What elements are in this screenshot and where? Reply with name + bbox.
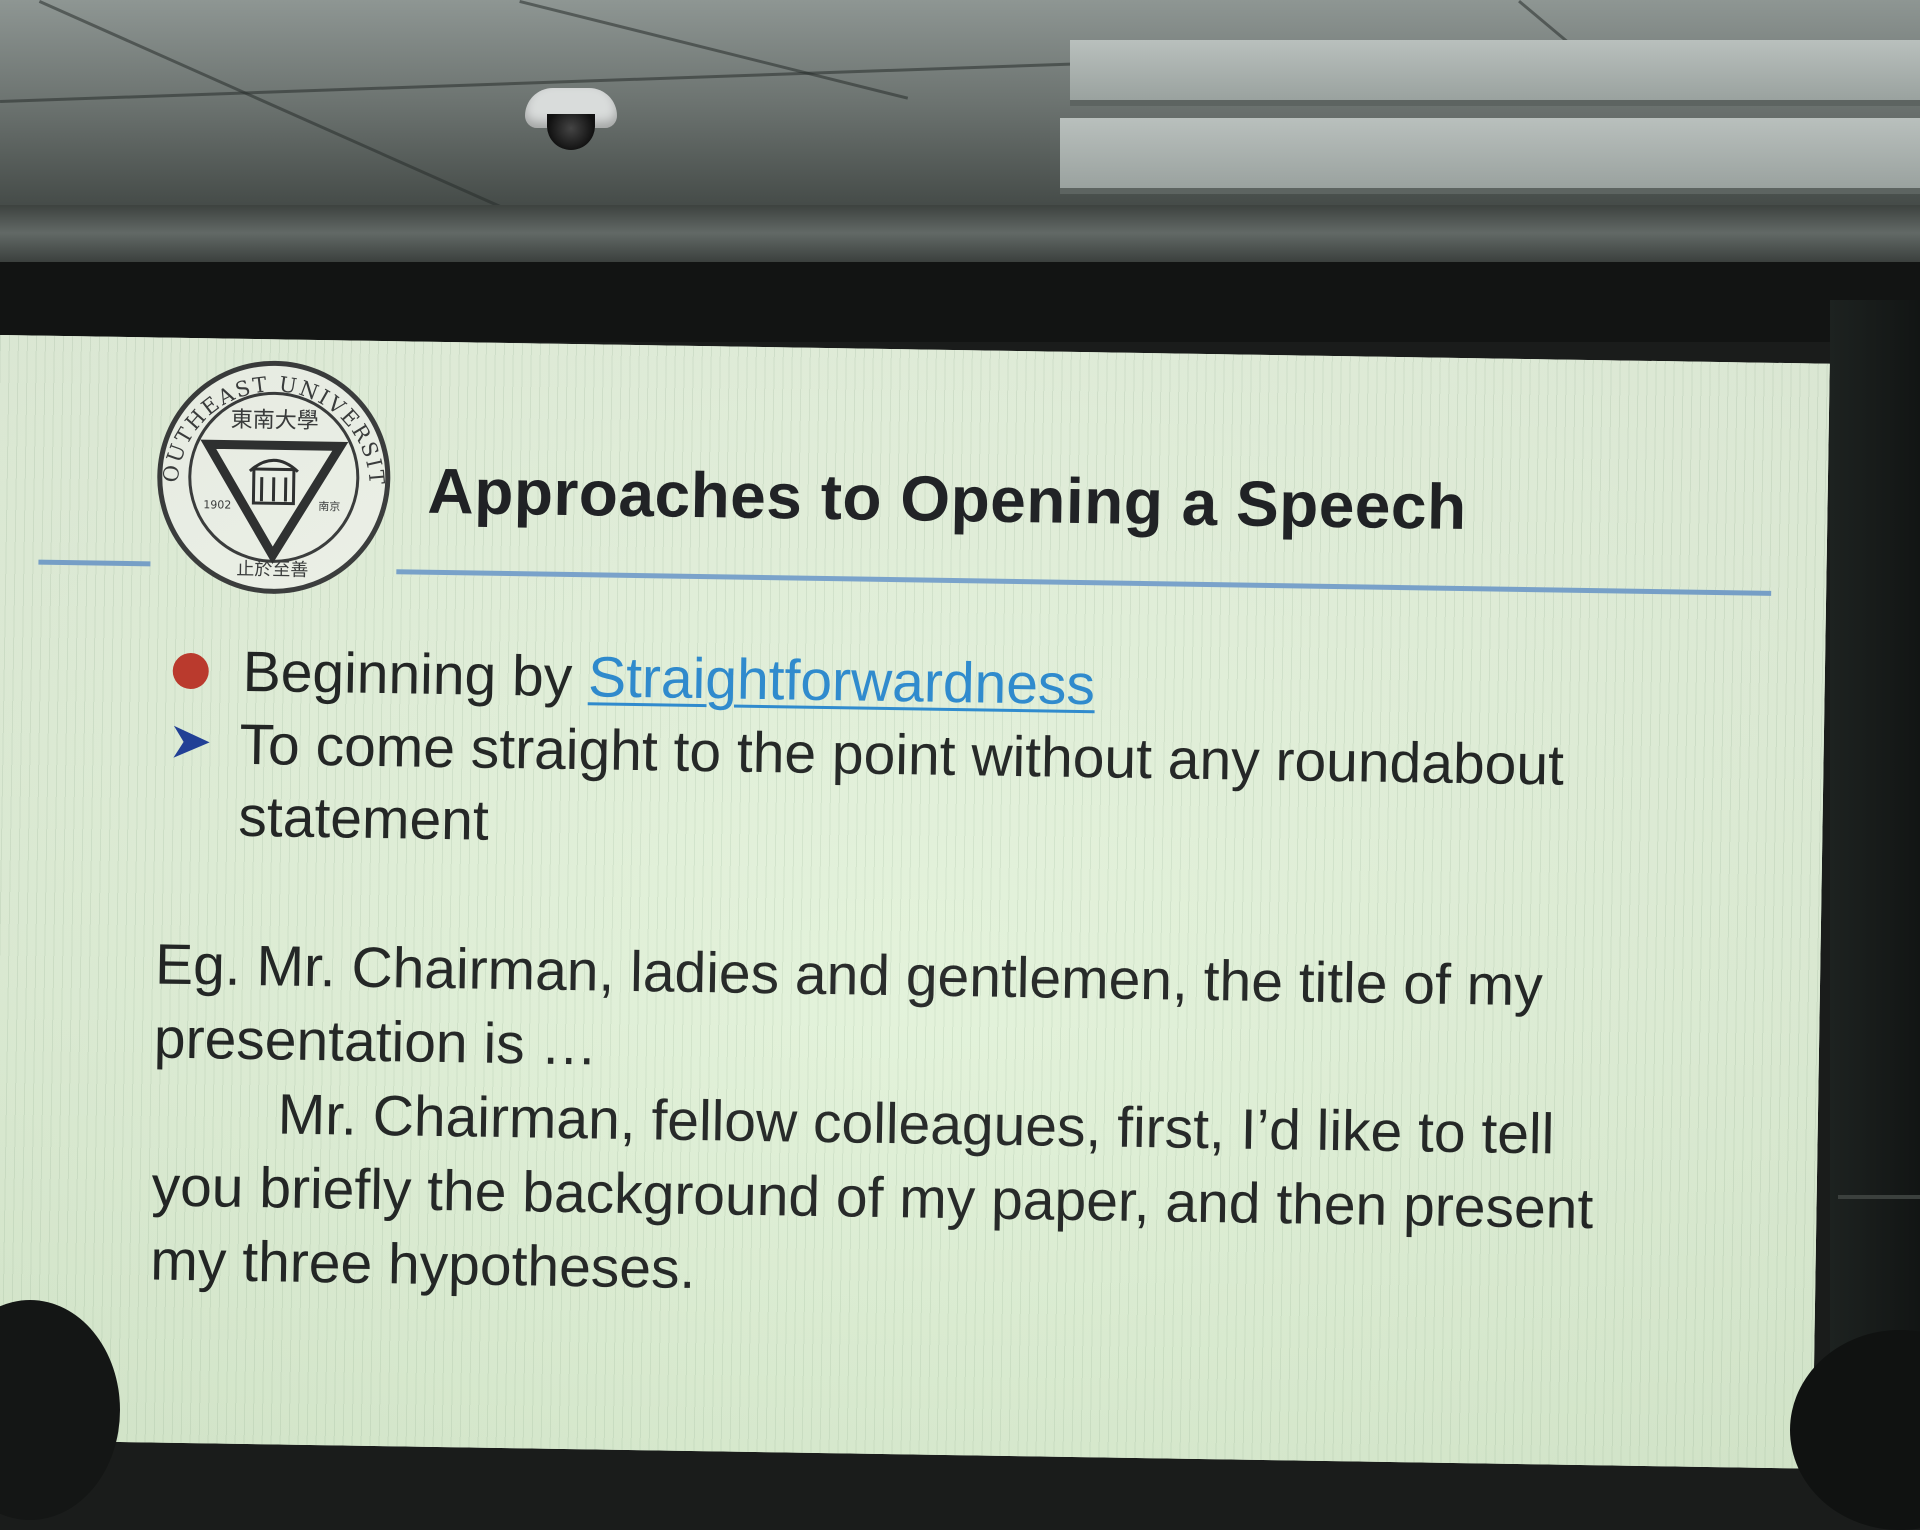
security-camera [525,88,617,158]
title-rule-right [396,569,1771,596]
logo-motto: 止於至善 [236,559,308,581]
bullet-item: Beginning by Straightforwardness [172,638,1095,718]
light-fixture [1060,118,1920,194]
screen-housing [0,262,1920,342]
logo-chinese-name: 東南大學 [230,408,318,434]
arrow-bullet-icon [171,722,212,763]
sub-point: To come straight to the point without an… [170,708,1692,876]
bullet-lead-text: Beginning by [242,640,588,709]
logo-city: 南京 [318,499,340,513]
bullet-dot-icon [172,653,209,690]
side-wall [1830,300,1920,1440]
projected-slide: SOUTHEAST UNIVERSITY 東南大學 1902 南京 止於至善 A… [0,335,1830,1469]
ceiling-grid-line [519,0,908,100]
example-line-2: Mr. Chairman, fellow colleagues, first, … [150,1076,1653,1322]
straightforwardness-link[interactable]: Straightforwardness [588,645,1096,717]
southeast-university-logo: SOUTHEAST UNIVERSITY 東南大學 1902 南京 止於至善 [154,357,394,597]
wall-rail [1838,1195,1920,1199]
light-fixture [1070,40,1920,106]
ceiling-grid-line [39,0,515,214]
logo-year: 1902 [203,498,231,511]
example-block: Eg. Mr. Chairman, ladies and gentlemen, … [150,928,1656,1322]
sub-point-text: To come straight to the point without an… [170,708,1692,876]
slide-title: Approaches to Opening a Speech [427,454,1467,544]
title-rule-left [38,560,150,567]
camera-lens [547,114,595,150]
ceiling [0,0,1920,230]
example-line-1: Eg. Mr. Chairman, ladies and gentlemen, … [153,928,1655,1100]
